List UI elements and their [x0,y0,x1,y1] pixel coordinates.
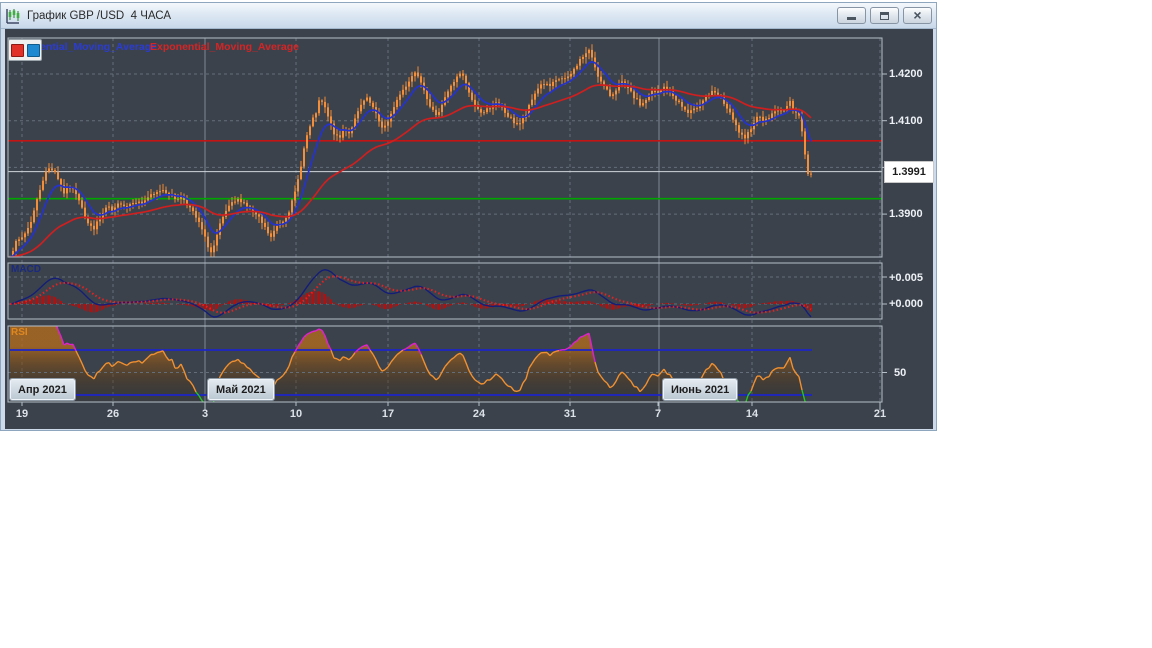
price-axis-label: 1.4100 [889,115,923,127]
desktop: График GBP /USD 4 ЧАСА × Exponential_Mov… [0,0,1152,648]
chart-area[interactable]: Exponential_Moving_Average Exponential_M… [5,29,934,429]
macd-panel-label: MACD [11,264,41,275]
current-price-badge: 1.3991 [884,161,934,183]
time-axis-label: 7 [654,408,662,420]
time-axis-label: 31 [563,408,577,420]
rsi-panel-label: RSI [11,327,28,338]
month-tag-april: Апр 2021 [9,378,76,401]
time-axis-label: 24 [472,408,486,420]
rsi-axis-label-50: 50 [894,367,907,379]
price-axis-label: 1.4200 [889,68,923,80]
candlestick-chart-icon [6,8,20,24]
chart-canvas[interactable] [5,29,933,429]
minimize-icon [847,17,856,20]
time-axis-label: 14 [745,408,759,420]
month-tag-may: Май 2021 [207,378,275,401]
macd-axis-label-zero: +0.000 [889,298,923,310]
rsi-panel-layer [8,326,882,402]
window-title: График GBP /USD 4 ЧАСА [27,9,172,22]
ema-blue-toggle-button[interactable] [26,43,40,57]
restore-icon [880,11,889,20]
time-axis-label: 3 [201,408,209,420]
restore-button[interactable] [870,7,899,24]
price-axis-label: 1.3900 [889,208,923,220]
chart-window[interactable]: График GBP /USD 4 ЧАСА × Exponential_Mov… [0,2,937,431]
titlebar[interactable]: График GBP /USD 4 ЧАСА × [1,3,936,29]
macd-axis-label-high: +0.005 [889,272,923,284]
time-axis-label: 21 [873,408,887,420]
price-panel-layer [8,44,882,257]
time-axis-label: 17 [381,408,395,420]
time-axis-label: 10 [289,408,303,420]
close-icon: × [913,6,922,23]
macd-panel-layer [8,268,882,318]
minimize-button[interactable] [837,7,866,24]
time-axis-label: 26 [106,408,120,420]
close-button[interactable]: × [903,7,932,24]
indicator-buttons-panel [8,39,42,61]
ema-red-toggle-button[interactable] [10,43,24,57]
ema-slow-legend-label: Exponential_Moving_Average [150,41,299,53]
month-tag-june: Июнь 2021 [661,378,739,401]
time-axis-label: 19 [15,408,29,420]
